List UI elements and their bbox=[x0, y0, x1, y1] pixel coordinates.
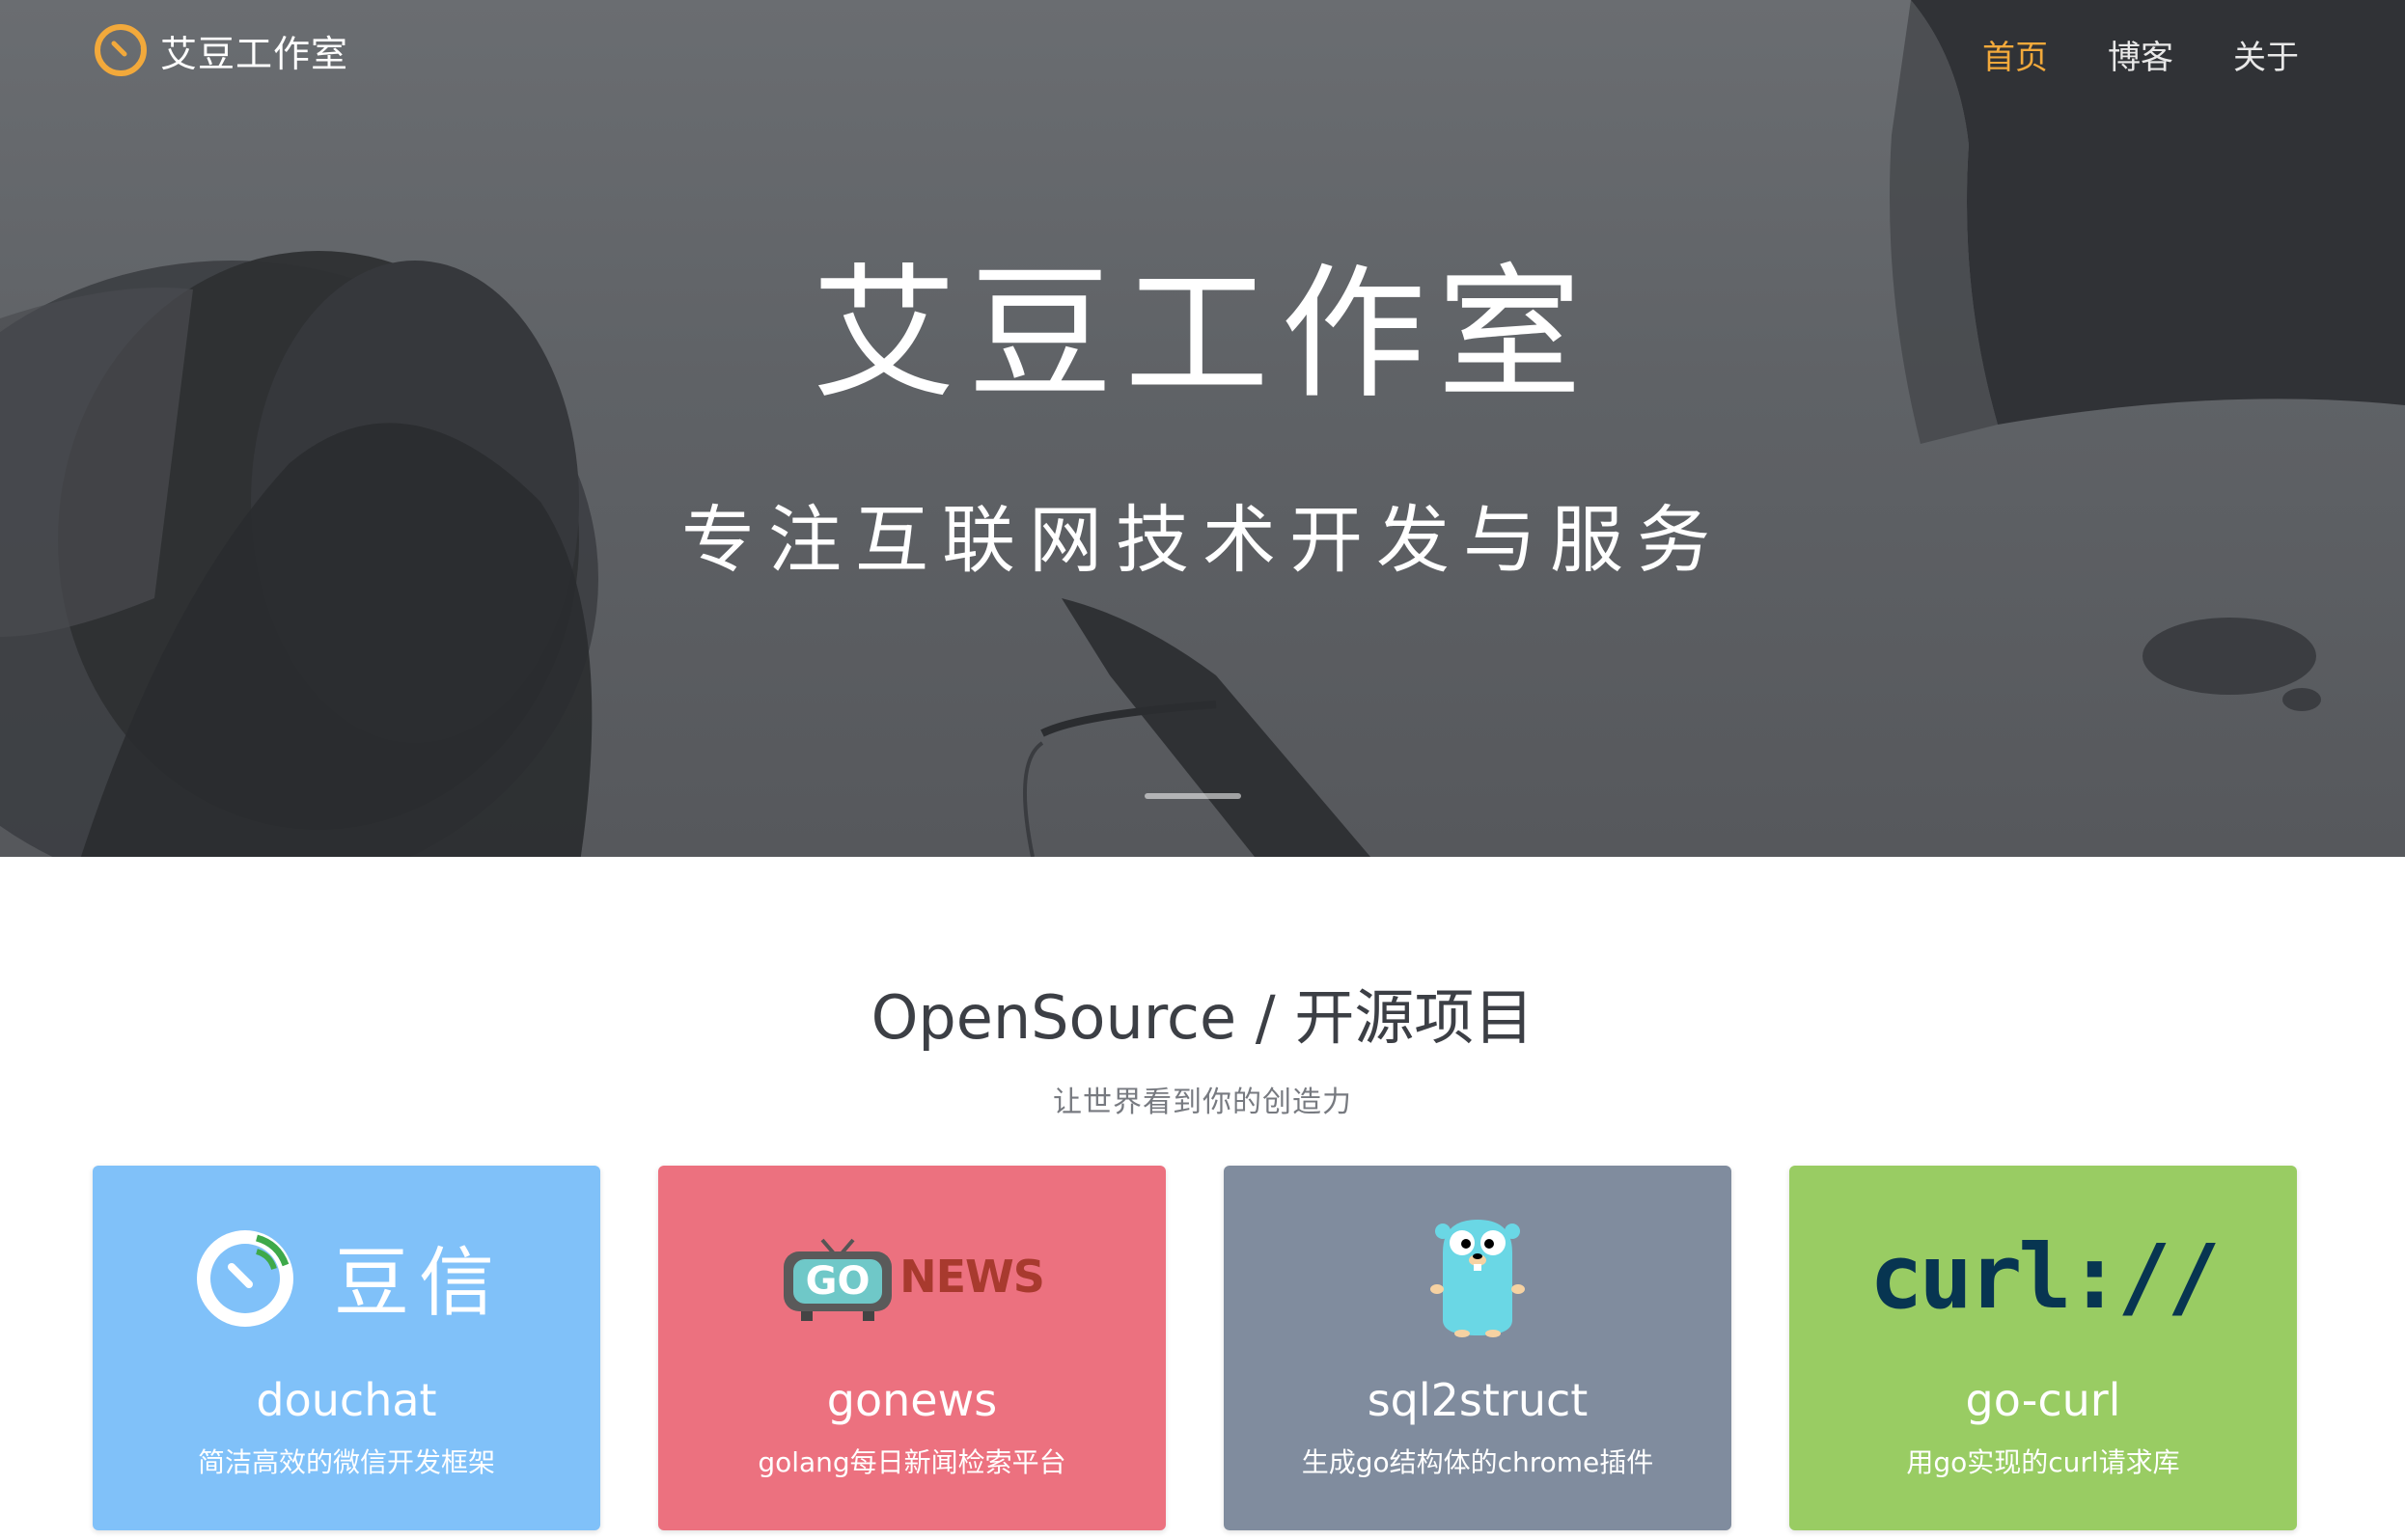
project-desc: 简洁高效的微信开发框架 bbox=[197, 1446, 495, 1478]
project-card-sql2struct[interactable]: sql2struct 生成go结构体的chrome插件 bbox=[1224, 1166, 1731, 1530]
section-subtitle: 让世界看到你的创造力 bbox=[1053, 1086, 1352, 1119]
douchat-logo: 豆信 bbox=[93, 1195, 600, 1359]
project-card-douchat[interactable]: 豆信 douchat 简洁高效的微信开发框架 bbox=[93, 1166, 600, 1530]
brand-name: 艾豆工作室 bbox=[160, 32, 349, 75]
hero-banner: 艾豆工作室 专注互联网技术开发与服务 bbox=[0, 0, 2405, 857]
curl-logo-text: curl:// bbox=[1869, 1224, 2221, 1329]
gonews-tv-icon: GO bbox=[780, 1230, 896, 1323]
brand-logo-icon bbox=[95, 24, 147, 76]
nav-item-home[interactable]: 首页 bbox=[1982, 31, 2048, 78]
carousel-indicator[interactable] bbox=[1145, 793, 1241, 799]
project-name: douchat bbox=[256, 1374, 437, 1426]
project-card-gonews[interactable]: GO NEWS gonews golang每日新闻检索平台 bbox=[658, 1166, 1166, 1530]
main-nav: 首页 博客 关于 bbox=[1982, 31, 2299, 78]
nav-item-blog[interactable]: 博客 bbox=[2108, 31, 2173, 78]
project-desc: 生成go结构体的chrome插件 bbox=[1301, 1446, 1654, 1478]
project-name: gonews bbox=[826, 1374, 998, 1426]
project-card-go-curl[interactable]: curl:// go-curl 用go实现的curl请求库 bbox=[1789, 1166, 2297, 1530]
project-desc: 用go实现的curl请求库 bbox=[1906, 1446, 2180, 1478]
hero-background-photo bbox=[0, 0, 2405, 857]
project-name: sql2struct bbox=[1367, 1374, 1589, 1426]
sql2struct-logo bbox=[1224, 1195, 1731, 1359]
project-name: go-curl bbox=[1965, 1374, 2121, 1426]
douchat-logo-icon bbox=[196, 1230, 293, 1327]
gopher-icon bbox=[1430, 1220, 1525, 1337]
curl-logo-icon: curl:// bbox=[1789, 1195, 2297, 1359]
gonews-logo-text: NEWS bbox=[899, 1251, 1045, 1303]
section-title: OpenSource / 开源项目 bbox=[871, 982, 1534, 1053]
gonews-logo: GO NEWS bbox=[658, 1195, 1166, 1359]
project-cards: 豆信 douchat 简洁高效的微信开发框架 GO NEWS gonews go… bbox=[93, 1166, 2297, 1530]
brand-logo-link[interactable]: 艾豆工作室 bbox=[93, 21, 348, 79]
hero-title: 艾豆工作室 bbox=[811, 251, 1593, 419]
douchat-logo-text: 豆信 bbox=[333, 1240, 504, 1327]
project-desc: golang每日新闻检索平台 bbox=[758, 1446, 1066, 1478]
nav-item-about[interactable]: 关于 bbox=[2233, 31, 2299, 78]
gonews-tv-text: GO bbox=[805, 1259, 871, 1304]
hero-subtitle: 专注互联网技术开发与服务 bbox=[681, 497, 1724, 583]
